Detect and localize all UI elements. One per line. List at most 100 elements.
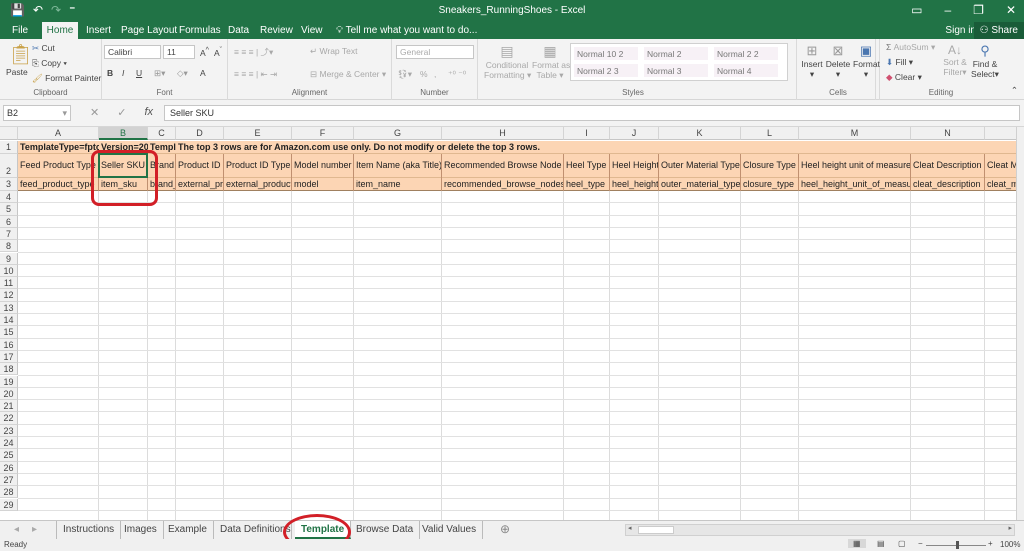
tab-formulas[interactable]: Formulas [175, 22, 225, 39]
row-header-26[interactable]: 26 [0, 461, 18, 474]
row-header-25[interactable]: 25 [0, 449, 18, 462]
row-header-16[interactable]: 16 [0, 338, 18, 351]
row3-cell-a[interactable]: feed_product_type [18, 178, 98, 191]
grow-font-button[interactable]: A^ [200, 46, 209, 58]
row-header-4[interactable]: 4 [0, 191, 18, 204]
sort-filter-button[interactable]: A↓ Sort & Filter▾ [942, 43, 968, 78]
underline-button[interactable]: U [136, 68, 142, 78]
column-header-d[interactable]: D [176, 127, 224, 140]
row-header-22[interactable]: 22 [0, 412, 18, 425]
normal-view-icon[interactable]: ▦ [848, 539, 866, 548]
find-select-button[interactable]: ⚲ Find & Select▾ [970, 43, 1000, 80]
paste-icon[interactable]: 📋︎ [8, 42, 33, 67]
restore-icon[interactable]: ❐ [973, 3, 984, 17]
column-header-g[interactable]: G [354, 127, 442, 140]
row3-cell-i[interactable]: heel_type [564, 178, 609, 191]
share-button[interactable]: ⚇ Share [973, 22, 1024, 39]
sheet-tab-images[interactable]: Images [118, 521, 164, 539]
row-header-10[interactable]: 10 [0, 264, 18, 278]
row-header-23[interactable]: 23 [0, 424, 18, 437]
conditional-formatting-button[interactable]: ▤ Conditional Formatting ▾ [484, 43, 531, 81]
number-format-select[interactable]: General [396, 45, 474, 59]
row-header-12[interactable]: 12 [0, 289, 18, 302]
row-header-21[interactable]: 21 [0, 400, 18, 413]
row-header-5[interactable]: 5 [0, 203, 18, 216]
row2-cell-i[interactable]: Heel Type [564, 154, 609, 178]
row-header-18[interactable]: 18 [0, 363, 18, 376]
scroll-left-icon[interactable]: ◂ [628, 524, 632, 532]
minimize-icon[interactable]: – [944, 3, 951, 17]
vertical-scrollbar[interactable] [1016, 127, 1024, 520]
column-header-e[interactable]: E [224, 127, 292, 140]
insert-cells-button[interactable]: ⊞ Insert ▾ [801, 43, 823, 80]
formula-input[interactable]: Seller SKU [164, 105, 1020, 121]
row-header-28[interactable]: 28 [0, 486, 18, 499]
align-horizontal-buttons[interactable]: ≡ ≡ ≡ | ⇤ ⇥ [234, 69, 277, 80]
row-header-17[interactable]: 17 [0, 350, 18, 364]
column-header-i[interactable]: I [564, 127, 610, 140]
column-header-a[interactable]: A [18, 127, 99, 140]
sheet-tab-instructions[interactable]: Instructions [56, 521, 122, 539]
new-sheet-button[interactable]: ⊕ [494, 521, 516, 539]
row-header-13[interactable]: 13 [0, 301, 18, 314]
shrink-font-button[interactable]: Aˇ [214, 46, 222, 58]
align-top-buttons[interactable]: ≡ ≡ ≡ | ⤴▾ [234, 46, 273, 58]
row-header-6[interactable]: 6 [0, 215, 18, 228]
decimal-buttons[interactable]: ⁺⁰ ⁻⁰ [448, 69, 466, 80]
row-header-11[interactable]: 11 [0, 277, 18, 290]
zoom-in-button[interactable]: + [988, 539, 993, 548]
insert-function-icon[interactable]: fx [144, 106, 153, 119]
close-icon[interactable]: ✕ [1006, 3, 1016, 17]
row2-cell-e[interactable]: Product ID Type [224, 154, 291, 178]
column-header-n[interactable]: N [911, 127, 985, 140]
row2-cell-d[interactable]: Product ID [176, 154, 223, 178]
scroll-tabs-right-icon[interactable]: ▸ [26, 521, 43, 539]
zoom-slider-thumb[interactable] [956, 541, 959, 549]
row-header-19[interactable]: 19 [0, 375, 18, 388]
sheet-tab-browse-data[interactable]: Browse Data [350, 521, 421, 539]
column-header-k[interactable]: K [659, 127, 741, 140]
name-box[interactable]: B2 ▾ [3, 105, 71, 121]
style-normal-2-2[interactable]: Normal 2 2 [713, 46, 779, 61]
horizontal-scrollbar[interactable]: ◂ ▸ [625, 524, 1015, 536]
row3-cell-n[interactable]: cleat_description [911, 178, 984, 191]
sign-in-link[interactable]: Sign in [945, 22, 976, 39]
row-header-7[interactable]: 7 [0, 227, 18, 241]
tab-insert[interactable]: Insert [82, 22, 115, 39]
clear-button[interactable]: ◆ Clear ▾ [886, 72, 922, 83]
collapse-ribbon-icon[interactable]: ⌃ [1011, 85, 1018, 96]
scrollbar-thumb[interactable] [638, 526, 674, 534]
column-header-j[interactable]: J [610, 127, 659, 140]
column-header-c[interactable]: C [148, 127, 176, 140]
font-color-button[interactable]: A [200, 68, 206, 78]
row-header-8[interactable]: 8 [0, 240, 18, 253]
scroll-tabs-left-icon[interactable]: ◂ [8, 521, 25, 539]
cancel-icon[interactable]: ✕ [90, 106, 99, 119]
style-normal-3[interactable]: Normal 3 [643, 63, 709, 78]
row-header-15[interactable]: 15 [0, 326, 18, 339]
row-header-2[interactable]: 2 [0, 154, 18, 178]
row2-cell-f[interactable]: Model number [292, 154, 353, 178]
format-painter-button[interactable]: 🖌︎ Format Painter [32, 73, 101, 84]
style-normal-2[interactable]: Normal 2 [643, 46, 709, 61]
wrap-text-button[interactable]: ↵ Wrap Text [310, 46, 357, 57]
row2-cell-n[interactable]: Cleat Description [911, 154, 984, 178]
row2-cell-m[interactable]: Heel height unit of measure [799, 154, 910, 178]
column-header-f[interactable]: F [292, 127, 354, 140]
borders-button[interactable]: ⊞▾ [154, 68, 165, 79]
style-normal-4[interactable]: Normal 4 [713, 63, 779, 78]
row3-cell-m[interactable]: heel_height_unit_of_measu [799, 178, 910, 191]
row1-text-segment[interactable]: The top 3 rows are for Amazon.com use on… [176, 141, 985, 154]
merge-center-button[interactable]: ⊟ Merge & Center ▾ [310, 69, 386, 80]
row-header-9[interactable]: 9 [0, 252, 18, 265]
tab-file[interactable]: File [8, 22, 32, 39]
column-header-h[interactable]: H [442, 127, 564, 140]
sheet-tab-data-definitions[interactable]: Data Definitions [214, 521, 292, 539]
sheet-tab-example[interactable]: Example [162, 521, 214, 539]
row-header-20[interactable]: 20 [0, 387, 18, 401]
sheet-tab-valid-values[interactable]: Valid Values [416, 521, 484, 539]
row3-cell-l[interactable]: closure_type [741, 178, 798, 191]
paste-button[interactable]: Paste [6, 67, 28, 77]
select-all-corner[interactable] [0, 127, 18, 140]
row-header-29[interactable]: 29 [0, 498, 18, 511]
